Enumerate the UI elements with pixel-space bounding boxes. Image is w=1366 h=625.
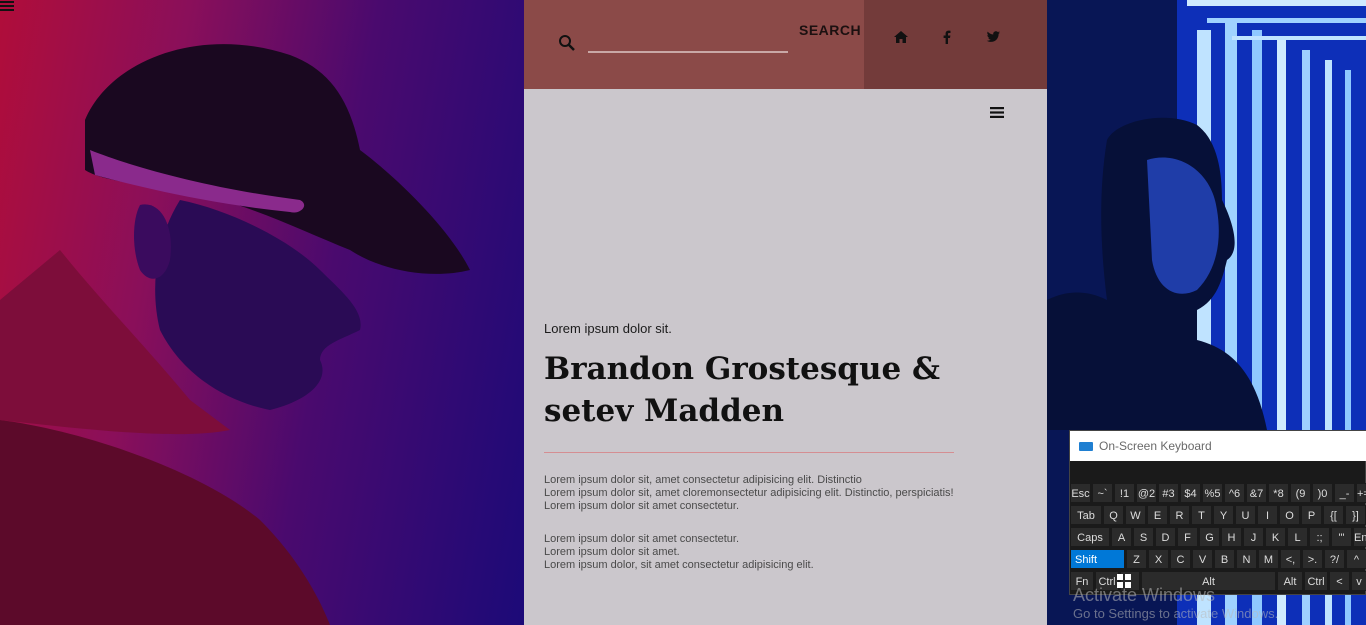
osk-key-caps[interactable]: Caps <box>1070 527 1110 547</box>
paragraph-line: Lorem ipsum dolor sit amet consectetur. <box>544 500 740 512</box>
osk-key-1[interactable]: !1 <box>1114 483 1135 503</box>
corner-menu-icon[interactable] <box>0 0 16 14</box>
osk-key-h[interactable]: H <box>1221 527 1242 547</box>
osk-key-m[interactable]: M <box>1258 549 1279 569</box>
paragraph-line: Lorem ipsum dolor sit, amet cloremonsect… <box>544 487 954 499</box>
osk-key-esc[interactable]: Esc <box>1070 483 1091 503</box>
osk-key-o[interactable]: O <box>1279 505 1300 525</box>
osk-key-f[interactable]: F <box>1177 527 1198 547</box>
osk-key-j[interactable]: J <box>1243 527 1264 547</box>
osk-key-q[interactable]: Q <box>1103 505 1124 525</box>
osk-key-9[interactable]: (9 <box>1290 483 1311 503</box>
eyebrow-text: Lorem ipsum dolor sit. <box>544 321 672 336</box>
osk-key-enter[interactable]: Enter <box>1353 527 1366 547</box>
osk-key-[interactable]: ~` <box>1092 483 1113 503</box>
osk-key-k[interactable]: K <box>1265 527 1286 547</box>
page-title: Brandon Grostesque & setev Madden <box>544 351 940 429</box>
osk-key-z[interactable]: Z <box>1126 549 1147 569</box>
page: SEARCH Lorem ipsum dolor sit. Brandon Gr… <box>0 0 1366 625</box>
on-screen-keyboard: On-Screen Keyboard Esc ~` !1 @2 #3 $4 %5 ^6 &7 *8… <box>1069 430 1366 595</box>
person-cap-illustration <box>0 44 470 625</box>
osk-key-5[interactable]: %5 <box>1202 483 1223 503</box>
osk-key-l[interactable]: L <box>1287 527 1308 547</box>
twitter-icon[interactable] <box>984 28 1002 46</box>
home-icon[interactable] <box>892 28 910 46</box>
osk-key-6[interactable]: ^6 <box>1224 483 1245 503</box>
osk-title: On-Screen Keyboard <box>1099 439 1212 453</box>
osk-keys: Esc~`!1@2#3$4%5^6&7*8(9)0_-+= TabQWERTYUI… <box>1070 483 1366 595</box>
osk-key-r[interactable]: R <box>1169 505 1190 525</box>
hamburger-menu-icon[interactable] <box>990 104 1006 118</box>
osk-key-[interactable]: <, <box>1280 549 1301 569</box>
osk-key-u[interactable]: U <box>1235 505 1256 525</box>
osk-key-c[interactable]: C <box>1170 549 1191 569</box>
social-bar <box>864 0 1047 89</box>
paragraph-1: Lorem ipsum dolor sit, amet consectetur … <box>544 474 1024 513</box>
osk-key-t[interactable]: T <box>1191 505 1212 525</box>
search-icon[interactable] <box>558 34 576 52</box>
osk-key-[interactable]: }] <box>1345 505 1366 525</box>
osk-key-tab[interactable]: Tab <box>1070 505 1102 525</box>
paragraph-line: Lorem ipsum dolor sit, amet consectetur … <box>544 474 862 486</box>
osk-key-x[interactable]: X <box>1148 549 1169 569</box>
osk-key-2[interactable]: @2 <box>1136 483 1157 503</box>
osk-key-8[interactable]: *8 <box>1268 483 1289 503</box>
paragraph-line: Lorem ipsum dolor, sit amet consectetur … <box>544 559 814 571</box>
osk-key-i[interactable]: I <box>1257 505 1278 525</box>
activation-watermark: Activate Windows Go to Settings to activ… <box>1073 585 1366 621</box>
osk-key-p[interactable]: P <box>1301 505 1322 525</box>
paragraph-2: Lorem ipsum dolor sit amet consectetur. … <box>544 533 1024 572</box>
hero-photo-left <box>0 0 524 625</box>
osk-key-[interactable]: ^ <box>1346 549 1366 569</box>
watermark-line2: Go to Settings to activate Windows. <box>1073 606 1279 621</box>
paragraph-line: Lorem ipsum dolor sit amet consectetur. <box>544 533 740 545</box>
osk-key-shift[interactable]: Shift <box>1070 549 1125 569</box>
osk-key-[interactable]: :; <box>1309 527 1330 547</box>
paragraph-line: Lorem ipsum dolor sit amet. <box>544 546 680 558</box>
osk-key-b[interactable]: B <box>1214 549 1235 569</box>
osk-key-[interactable]: "' <box>1331 527 1352 547</box>
osk-key-3[interactable]: #3 <box>1158 483 1179 503</box>
osk-key-a[interactable]: A <box>1111 527 1132 547</box>
osk-key-y[interactable]: Y <box>1213 505 1234 525</box>
osk-key-[interactable]: _- <box>1334 483 1355 503</box>
search-underline <box>588 51 788 53</box>
osk-key-d[interactable]: D <box>1155 527 1176 547</box>
title-divider <box>544 452 954 453</box>
osk-key-w[interactable]: W <box>1125 505 1146 525</box>
osk-key-n[interactable]: N <box>1236 549 1257 569</box>
osk-key-[interactable]: += <box>1356 483 1366 503</box>
osk-key-7[interactable]: &7 <box>1246 483 1267 503</box>
top-bar: SEARCH <box>524 0 1047 89</box>
search-input[interactable] <box>588 28 788 50</box>
osk-key-v[interactable]: V <box>1192 549 1213 569</box>
osk-key-4[interactable]: $4 <box>1180 483 1201 503</box>
osk-key-s[interactable]: S <box>1133 527 1154 547</box>
osk-key-e[interactable]: E <box>1147 505 1168 525</box>
osk-title-bar: On-Screen Keyboard <box>1070 431 1366 461</box>
osk-key-[interactable]: ?/ <box>1324 549 1345 569</box>
osk-key-g[interactable]: G <box>1199 527 1220 547</box>
osk-key-[interactable]: >. <box>1302 549 1323 569</box>
search-button[interactable]: SEARCH <box>799 22 861 38</box>
keyboard-icon <box>1079 442 1093 451</box>
windows-logo-icon <box>1117 574 1131 588</box>
content-panel: SEARCH Lorem ipsum dolor sit. Brandon Gr… <box>524 0 1047 625</box>
osk-key-0[interactable]: )0 <box>1312 483 1333 503</box>
osk-key-[interactable]: {[ <box>1323 505 1344 525</box>
facebook-icon[interactable] <box>938 28 956 46</box>
